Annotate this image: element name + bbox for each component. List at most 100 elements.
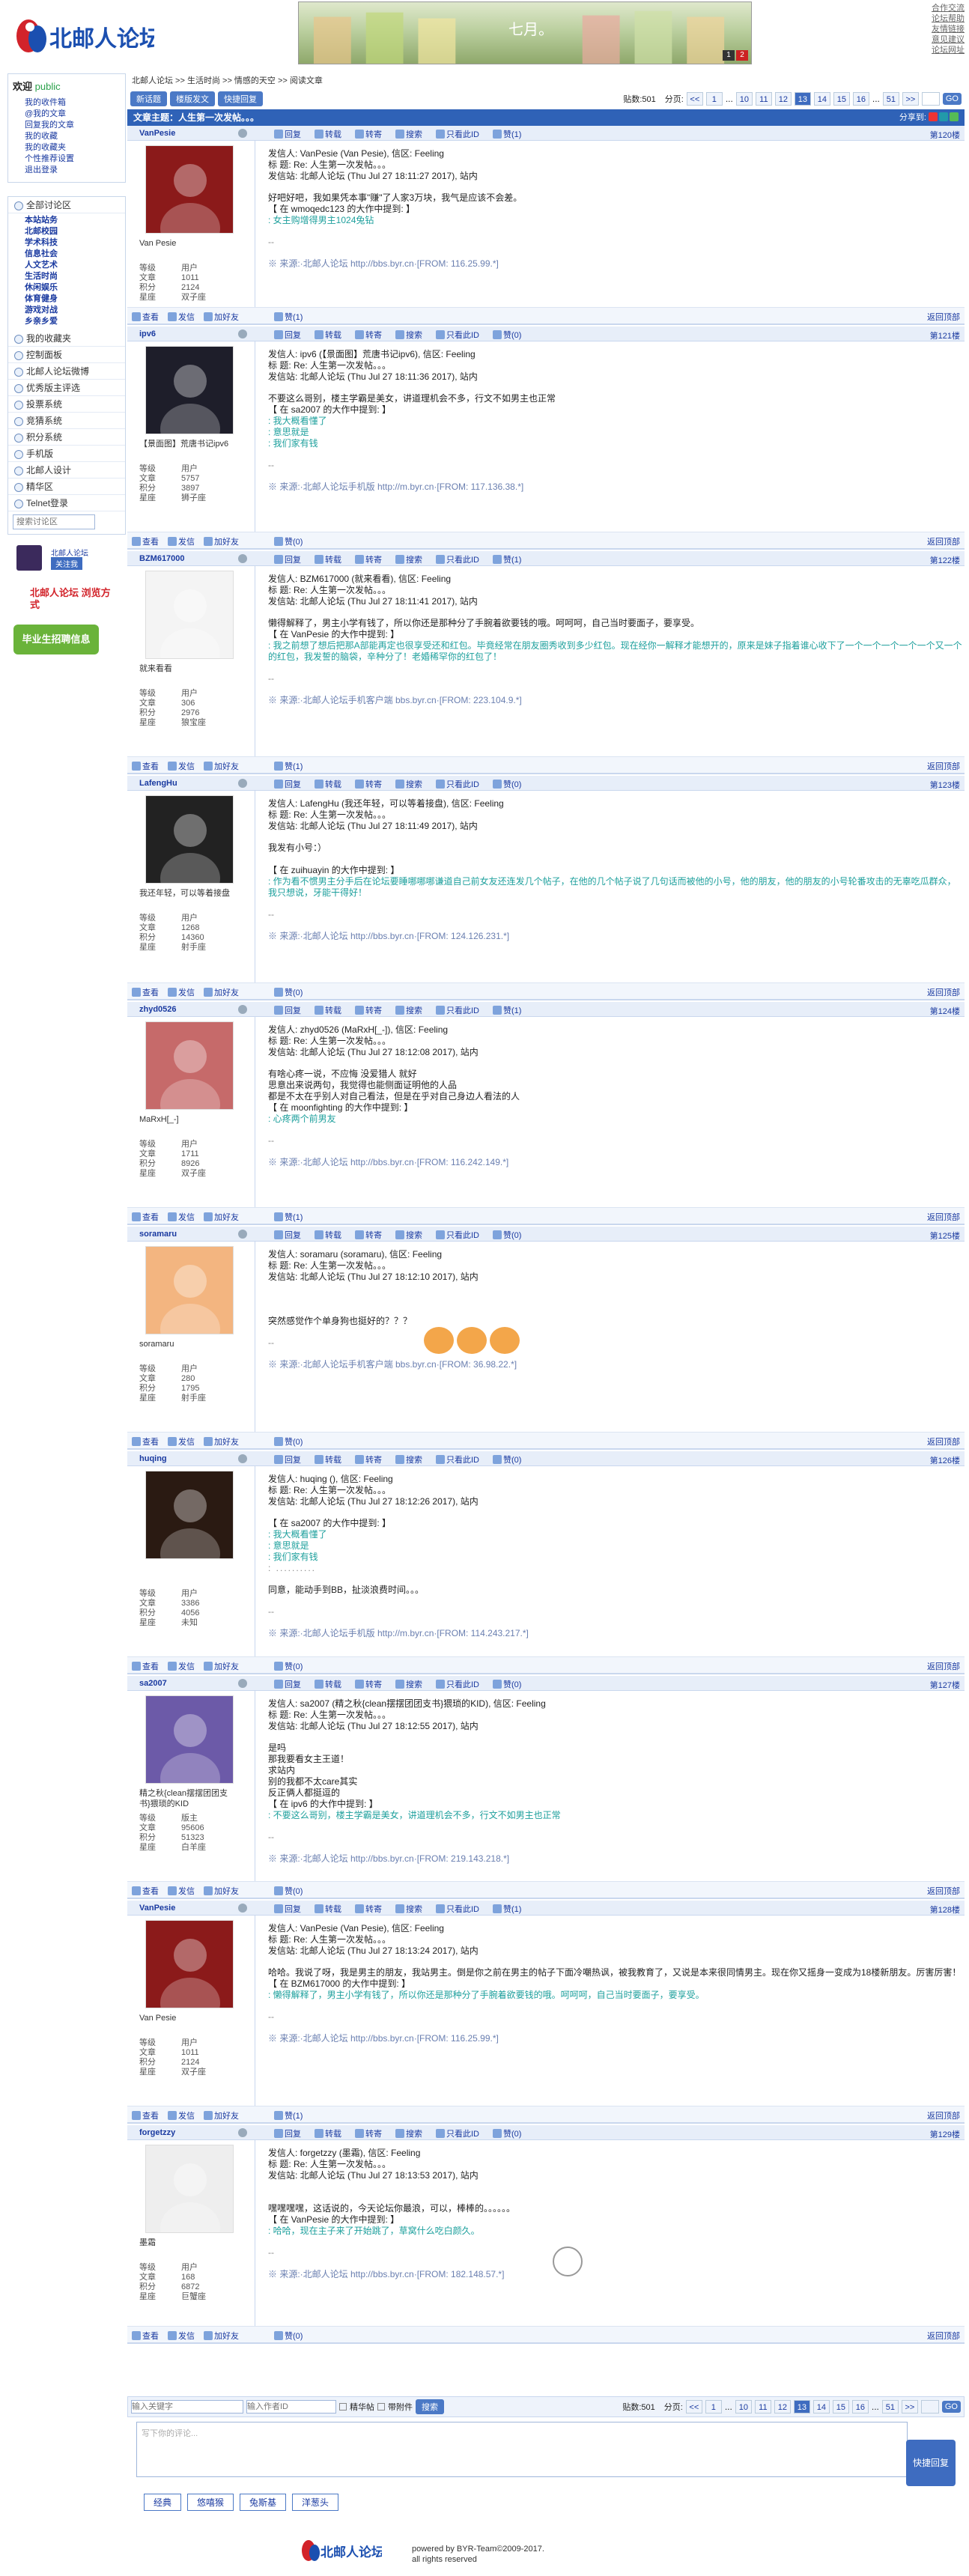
repost-action[interactable]: 转载 bbox=[315, 1903, 341, 1915]
page-11[interactable]: 11 bbox=[755, 92, 772, 106]
avatar[interactable] bbox=[145, 1246, 234, 1334]
floor-number[interactable]: 第123楼 bbox=[930, 779, 960, 791]
top-link-url[interactable]: 论坛网址 bbox=[920, 45, 965, 55]
nav-sub-3[interactable]: 信息社会 bbox=[8, 249, 125, 260]
add-friend-link[interactable]: 加好友 bbox=[204, 1211, 239, 1223]
avatar[interactable] bbox=[145, 2145, 234, 2233]
only-this-id-action[interactable]: 只看此ID bbox=[436, 1229, 479, 1241]
send-message-link[interactable]: 发信 bbox=[168, 2330, 195, 2342]
back-to-top-link[interactable]: 返回顶部 bbox=[927, 1436, 960, 1448]
search-action[interactable]: 搜索 bbox=[395, 329, 422, 341]
bottom-page-12[interactable]: 12 bbox=[774, 2400, 791, 2414]
nav-sub-6[interactable]: 休闲娱乐 bbox=[8, 282, 125, 294]
only-this-id-action[interactable]: 只看此ID bbox=[436, 1903, 479, 1915]
like-footer[interactable]: 赞(0) bbox=[274, 1660, 303, 1672]
add-friend-link[interactable]: 加好友 bbox=[204, 986, 239, 998]
back-to-top-link[interactable]: 返回顶部 bbox=[927, 2109, 960, 2121]
search-action[interactable]: 搜索 bbox=[395, 1678, 422, 1690]
link-favorites[interactable]: 我的收藏 bbox=[8, 131, 125, 142]
view-profile-link[interactable]: 查看 bbox=[132, 311, 159, 323]
only-this-id-action[interactable]: 只看此ID bbox=[436, 1004, 479, 1016]
top-link-feedback[interactable]: 意见建议 bbox=[920, 34, 965, 45]
bottom-page-current[interactable]: 13 bbox=[793, 2400, 810, 2414]
view-profile-link[interactable]: 查看 bbox=[132, 986, 159, 998]
post-username[interactable]: soramaru bbox=[139, 1230, 177, 1239]
bottom-page-14[interactable]: 14 bbox=[812, 2400, 830, 2414]
like-footer[interactable]: 赞(0) bbox=[274, 2330, 303, 2342]
only-this-id-action[interactable]: 只看此ID bbox=[436, 778, 479, 790]
search-action[interactable]: 搜索 bbox=[395, 128, 422, 140]
nav-sub-2[interactable]: 学术科技 bbox=[8, 237, 125, 249]
bottom-page-15[interactable]: 15 bbox=[832, 2400, 849, 2414]
page-jump-input[interactable] bbox=[921, 92, 940, 106]
page-15[interactable]: 15 bbox=[833, 92, 850, 106]
view-profile-link[interactable]: 查看 bbox=[132, 760, 159, 772]
nav-telnet[interactable]: Telnet登录 bbox=[8, 495, 125, 511]
bottom-page-last[interactable]: >> bbox=[901, 2400, 918, 2414]
nav-moderator-vote[interactable]: 优秀版主评选 bbox=[8, 380, 125, 396]
share-weibo-icon[interactable] bbox=[929, 112, 938, 121]
back-to-top-link[interactable]: 返回顶部 bbox=[927, 1660, 960, 1672]
view-profile-link[interactable]: 查看 bbox=[132, 535, 159, 547]
bottom-page-16[interactable]: 16 bbox=[851, 2400, 869, 2414]
search-action[interactable]: 搜索 bbox=[395, 2127, 422, 2139]
only-this-id-action[interactable]: 只看此ID bbox=[436, 1453, 479, 1465]
page-12[interactable]: 12 bbox=[774, 92, 792, 106]
add-friend-link[interactable]: 加好友 bbox=[204, 2330, 239, 2342]
view-profile-link[interactable]: 查看 bbox=[132, 2330, 159, 2342]
add-friend-link[interactable]: 加好友 bbox=[204, 760, 239, 772]
floor-number[interactable]: 第124楼 bbox=[930, 1005, 960, 1017]
repost-action[interactable]: 转载 bbox=[315, 1229, 341, 1241]
top-link-help[interactable]: 论坛帮助 bbox=[920, 13, 965, 24]
essence-checkbox[interactable] bbox=[339, 2403, 347, 2411]
bottom-page-jump-input[interactable] bbox=[920, 2400, 939, 2414]
nav-favorites[interactable]: 我的收藏夹 bbox=[8, 330, 125, 347]
view-profile-link[interactable]: 查看 bbox=[132, 1436, 159, 1448]
back-to-top-link[interactable]: 返回顶部 bbox=[927, 2330, 960, 2342]
board-search-input[interactable] bbox=[13, 514, 95, 529]
page-16[interactable]: 16 bbox=[852, 92, 869, 106]
reply-action[interactable]: 回复 bbox=[274, 329, 301, 341]
page-51[interactable]: 51 bbox=[882, 92, 899, 106]
repost-action[interactable]: 转载 bbox=[315, 128, 341, 140]
link-replies[interactable]: 回复我的文章 bbox=[8, 120, 125, 131]
bottom-page-51[interactable]: 51 bbox=[881, 2400, 899, 2414]
search-action[interactable]: 搜索 bbox=[395, 778, 422, 790]
view-profile-link[interactable]: 查看 bbox=[132, 1885, 159, 1897]
post-username[interactable]: VanPesie bbox=[139, 1904, 175, 1913]
forward-action[interactable]: 转寄 bbox=[355, 1004, 382, 1016]
floor-number[interactable]: 第127楼 bbox=[930, 1679, 960, 1691]
top-link-cooperate[interactable]: 合作交流 bbox=[920, 3, 965, 13]
nav-essence[interactable]: 精华区 bbox=[8, 479, 125, 495]
avatar[interactable] bbox=[145, 1920, 234, 2008]
emo-tab-rabbit[interactable]: 兔斯基 bbox=[240, 2494, 287, 2511]
like-footer[interactable]: 赞(1) bbox=[274, 2109, 303, 2121]
page-first[interactable]: << bbox=[686, 92, 703, 106]
bottom-page-10[interactable]: 10 bbox=[735, 2400, 752, 2414]
nav-sub-7[interactable]: 体育健身 bbox=[8, 294, 125, 305]
avatar[interactable] bbox=[145, 1471, 234, 1559]
top-link-friends[interactable]: 友情链接 bbox=[920, 24, 965, 34]
search-action[interactable]: 搜索 bbox=[395, 553, 422, 565]
reply-action[interactable]: 回复 bbox=[274, 1678, 301, 1690]
like-footer[interactable]: 赞(1) bbox=[274, 311, 303, 323]
send-message-link[interactable]: 发信 bbox=[168, 311, 195, 323]
repost-action[interactable]: 转载 bbox=[315, 1453, 341, 1465]
link-inbox[interactable]: 我的收件箱 bbox=[8, 97, 125, 109]
only-this-id-action[interactable]: 只看此ID bbox=[436, 1678, 479, 1690]
reply-action[interactable]: 回复 bbox=[274, 1903, 301, 1915]
add-friend-link[interactable]: 加好友 bbox=[204, 311, 239, 323]
bottom-page-go-button[interactable]: GO bbox=[941, 2401, 961, 2413]
floor-number[interactable]: 第125楼 bbox=[930, 1230, 960, 1242]
like-footer[interactable]: 赞(1) bbox=[274, 760, 303, 772]
keyword-search-input[interactable] bbox=[131, 2400, 243, 2414]
repost-action[interactable]: 转载 bbox=[315, 1678, 341, 1690]
like-action[interactable]: 赞(0) bbox=[493, 778, 521, 790]
nav-control-panel[interactable]: 控制面板 bbox=[8, 347, 125, 363]
only-this-id-action[interactable]: 只看此ID bbox=[436, 2127, 479, 2139]
new-topic-button[interactable]: 新话题 bbox=[130, 91, 167, 106]
back-to-top-link[interactable]: 返回顶部 bbox=[927, 1885, 960, 1897]
send-message-link[interactable]: 发信 bbox=[168, 1211, 195, 1223]
browse-promo[interactable]: 北邮人论坛 浏览方式 bbox=[7, 581, 126, 620]
nav-guess-system[interactable]: 竞猜系统 bbox=[8, 413, 125, 429]
